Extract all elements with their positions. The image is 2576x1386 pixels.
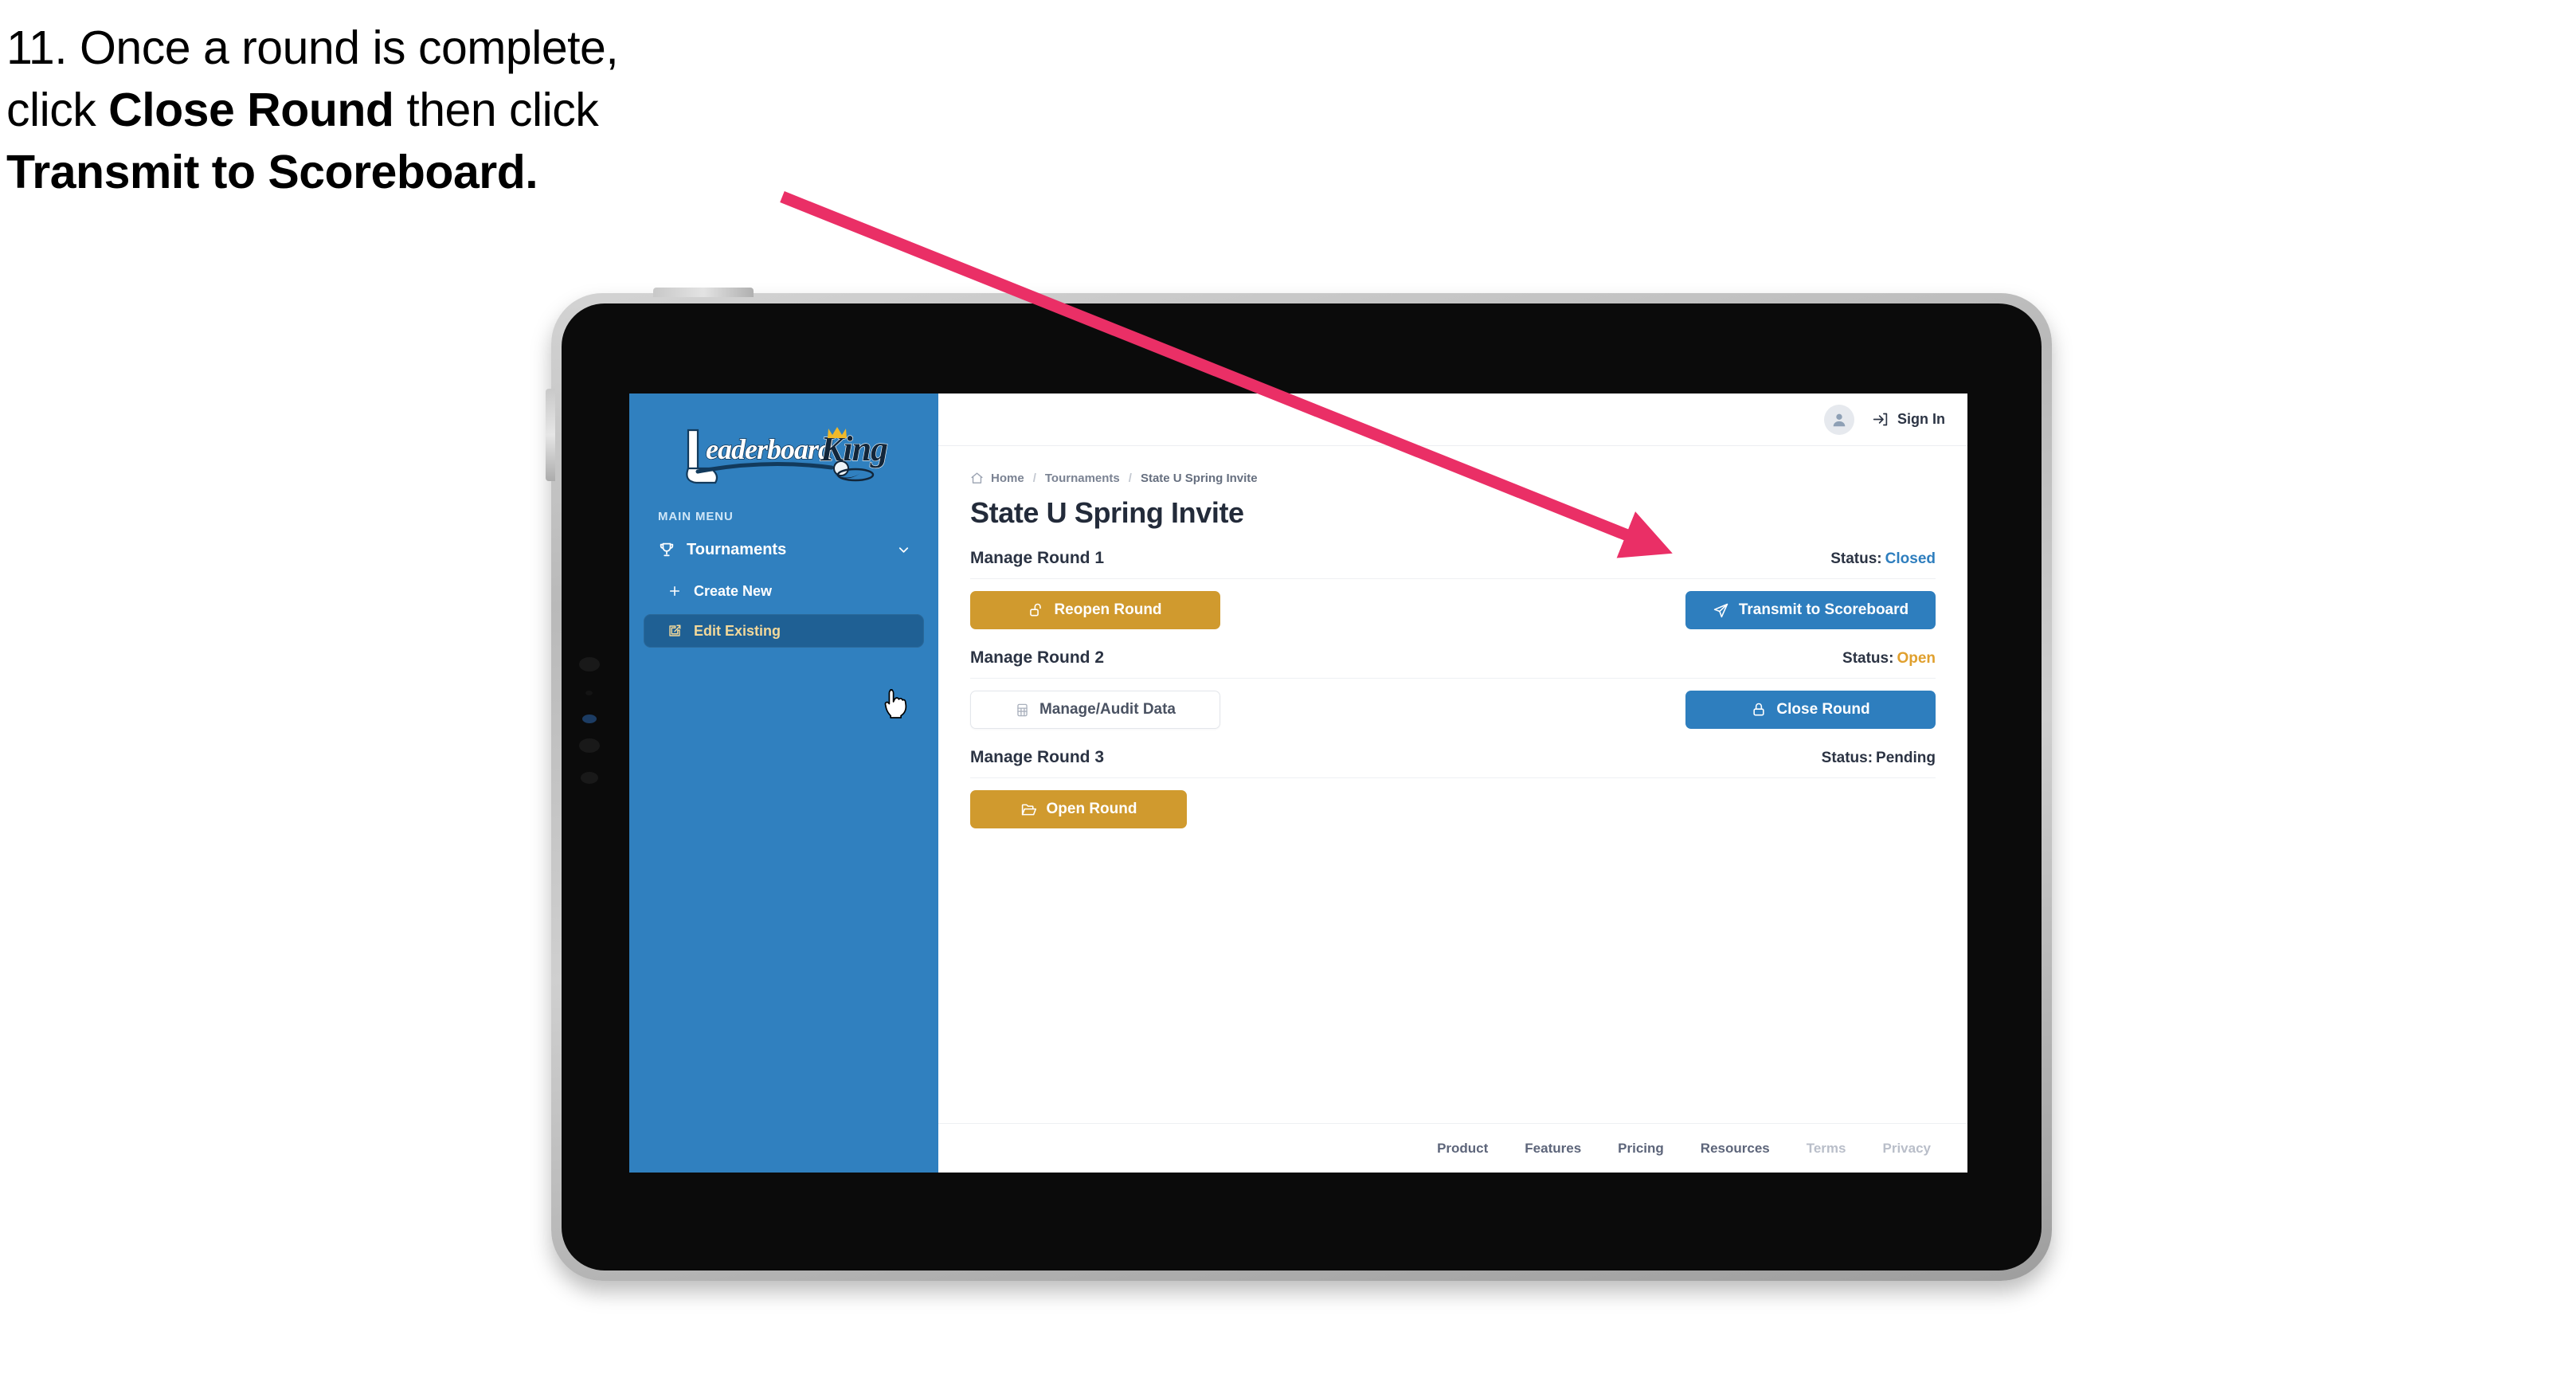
breadcrumb: Home / Tournaments / State U Spring Invi…	[970, 472, 1936, 485]
round-header: Manage Round 2 Status: Open	[970, 648, 1936, 679]
round-status: Status: Open	[1842, 650, 1936, 668]
trophy-icon	[656, 539, 677, 560]
chevron-down-icon[interactable]	[896, 542, 911, 558]
unlock-icon	[1028, 602, 1044, 618]
round-actions: Manage/Audit Data Close Round	[970, 691, 1936, 729]
top-bar: Sign In	[938, 393, 1967, 446]
page-content: Home / Tournaments / State U Spring Invi…	[938, 446, 1967, 1123]
manage-audit-data-button[interactable]: Manage/Audit Data	[970, 691, 1220, 729]
tablet-top-button	[653, 288, 754, 297]
round-name: Manage Round 3	[970, 748, 1105, 766]
plus-icon	[666, 582, 683, 600]
round-status: Status: Closed	[1830, 550, 1936, 568]
round-name: Manage Round 2	[970, 648, 1105, 667]
main-column: Sign In Home / Tournaments / State U Spr…	[938, 393, 1967, 1173]
avatar[interactable]	[1824, 404, 1854, 435]
footer-link-features[interactable]: Features	[1525, 1141, 1581, 1157]
bezel-sensor-dot	[581, 772, 598, 784]
bezel-sensor-dot	[579, 738, 600, 753]
footer-link-product[interactable]: Product	[1437, 1141, 1488, 1157]
transmit-to-scoreboard-button[interactable]: Transmit to Scoreboard	[1685, 591, 1936, 629]
round-header: Manage Round 1 Status: Closed	[970, 549, 1936, 579]
button-label: Transmit to Scoreboard	[1738, 601, 1909, 618]
button-label: Reopen Round	[1054, 601, 1162, 618]
status-badge: Pending	[1876, 750, 1936, 766]
sidebar-item-label: Edit Existing	[694, 622, 781, 639]
footer: Product Features Pricing Resources Terms…	[938, 1123, 1967, 1173]
round-status: Status: Pending	[1822, 750, 1936, 767]
round-block-2: Manage Round 2 Status: Open Manage/Audit…	[970, 648, 1936, 729]
breadcrumb-separator: /	[1032, 472, 1036, 485]
status-label: Status:	[1830, 550, 1882, 567]
round-actions: Open Round	[970, 790, 1936, 828]
footer-link-resources[interactable]: Resources	[1701, 1141, 1770, 1157]
sidebar-item-label: Tournaments	[687, 540, 787, 558]
svg-text:eaderboard: eaderboard	[706, 433, 833, 465]
paper-plane-icon	[1713, 602, 1729, 619]
brand-logo[interactable]: eaderboard King	[629, 417, 938, 494]
sidebar-item-tournaments[interactable]: Tournaments	[644, 531, 924, 568]
footer-link-privacy[interactable]: Privacy	[1883, 1141, 1932, 1157]
round-name: Manage Round 1	[970, 549, 1105, 567]
sidebar-item-create-new[interactable]: Create New	[644, 574, 924, 608]
sign-in-arrow-icon	[1872, 411, 1889, 428]
sign-in-label: Sign In	[1897, 411, 1945, 427]
breadcrumb-item-tournaments[interactable]: Tournaments	[1045, 472, 1120, 485]
round-header: Manage Round 3 Status: Pending	[970, 748, 1936, 778]
button-label: Close Round	[1776, 701, 1870, 718]
caption-line-2-post: then click	[393, 83, 599, 136]
sidebar-item-label: Create New	[694, 582, 773, 599]
breadcrumb-item-current: State U Spring Invite	[1140, 472, 1258, 485]
bezel-sensor-dot	[579, 657, 600, 671]
status-badge: Closed	[1885, 550, 1936, 567]
round-block-3: Manage Round 3 Status: Pending Open Roun…	[970, 748, 1936, 828]
tablet-screen: eaderboard King MAIN MENU Tournaments Cr…	[629, 393, 1967, 1173]
breadcrumb-item-home[interactable]: Home	[991, 472, 1024, 485]
sidebar: eaderboard King MAIN MENU Tournaments Cr…	[629, 393, 938, 1173]
button-label: Manage/Audit Data	[1039, 701, 1176, 718]
page-title: State U Spring Invite	[970, 496, 1244, 529]
status-badge: Open	[1897, 650, 1936, 667]
breadcrumb-separator: /	[1128, 472, 1132, 485]
caption-line-2-bold: Close Round	[108, 83, 394, 136]
round-actions: Reopen Round Transmit to Scoreboard	[970, 591, 1936, 629]
status-label: Status:	[1821, 750, 1873, 766]
caption-line-3-bold: Transmit to Scoreboard.	[6, 145, 538, 198]
hand-pointer-cursor	[881, 687, 908, 719]
caption-line-2: click Close Round then click	[6, 80, 930, 142]
lock-icon	[1751, 702, 1767, 718]
pencil-square-icon	[666, 622, 683, 640]
caption-line-3: Transmit to Scoreboard.	[6, 142, 930, 204]
spreadsheet-icon	[1015, 703, 1030, 718]
close-round-button[interactable]: Close Round	[1685, 691, 1936, 729]
home-icon[interactable]	[970, 472, 984, 485]
round-block-1: Manage Round 1 Status: Closed Reopen Rou…	[970, 549, 1936, 629]
button-label: Open Round	[1046, 801, 1137, 817]
caption-line-2-pre: click	[6, 83, 109, 136]
bezel-sensor-dot	[585, 691, 593, 695]
sidebar-item-edit-existing[interactable]: Edit Existing	[644, 614, 924, 648]
tablet-side-button	[546, 389, 555, 481]
bezel-camera-dot	[582, 715, 597, 723]
user-avatar-icon	[1833, 413, 1846, 426]
footer-link-terms[interactable]: Terms	[1807, 1141, 1846, 1157]
status-label: Status:	[1842, 650, 1894, 667]
footer-link-pricing[interactable]: Pricing	[1618, 1141, 1664, 1157]
caption-line-1: 11. Once a round is complete,	[6, 22, 619, 74]
reopen-round-button[interactable]: Reopen Round	[970, 591, 1220, 629]
sidebar-section-label: MAIN MENU	[658, 510, 734, 523]
golf-club-crown-logo-icon: eaderboard King	[686, 427, 889, 484]
open-round-button[interactable]: Open Round	[970, 790, 1187, 828]
sign-in-button[interactable]: Sign In	[1872, 411, 1945, 428]
instruction-caption: 11. Once a round is complete, click Clos…	[6, 18, 930, 204]
open-folder-icon	[1020, 801, 1037, 818]
